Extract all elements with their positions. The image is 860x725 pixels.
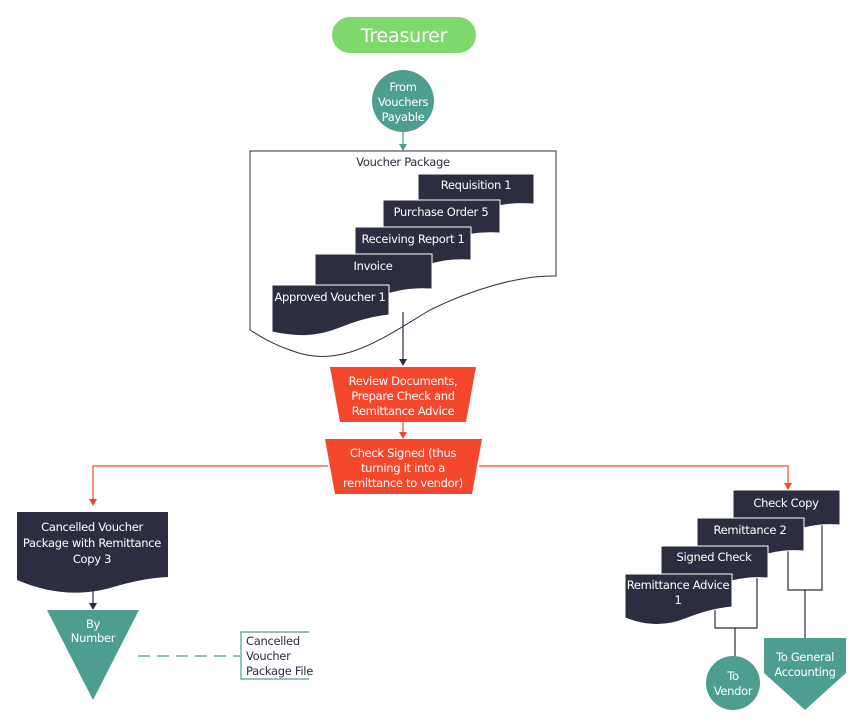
doc-label: Approved Voucher 1: [274, 290, 385, 304]
process-line-3: remittance to vendor): [343, 476, 463, 490]
doc-label: Invoice: [353, 259, 392, 273]
doc-label: Check Copy: [753, 496, 819, 510]
process-line-2: turning it into a: [361, 461, 445, 475]
offpage-line-2: Accounting: [774, 665, 835, 679]
arrow-start-to-package: [399, 132, 407, 151]
annotation-line-1: Cancelled: [246, 634, 300, 648]
doc-label: Remittance 2: [713, 523, 786, 537]
doc-line-3: Copy 3: [73, 552, 111, 566]
file-line-1: By: [86, 617, 101, 631]
process-line-1: Review Documents,: [349, 374, 458, 388]
doc-line-2: Package with Remittance: [23, 536, 161, 550]
connector-line-2: Vouchers: [378, 95, 429, 109]
connector-to-vendor: To Vendor: [706, 656, 760, 710]
offpage-line-1: To General: [775, 650, 834, 664]
process-check-signed: Check Signed (thus turning it into a rem…: [325, 439, 482, 494]
title-text: Treasurer: [360, 25, 448, 47]
process-line-1: Check Signed (thus: [350, 446, 457, 460]
connector-line-1: From: [389, 80, 416, 94]
doc-remittance-advice: Remittance Advice 1: [624, 573, 733, 625]
connector-to-right-branch: [479, 465, 792, 490]
file-line-2: Number: [71, 631, 116, 645]
process-line-3: Remittance Advice: [352, 404, 455, 418]
doc-label: Requisition 1: [441, 178, 512, 192]
doc-label: Purchase Order 5: [394, 205, 489, 219]
offpage-to-general-accounting: To General Accounting: [764, 638, 846, 710]
voucher-package-label: Voucher Package: [356, 155, 450, 169]
connector-line-2: Vendor: [714, 684, 753, 698]
doc-label: Receiving Report 1: [361, 232, 464, 246]
annotation-line-2: Voucher: [246, 649, 291, 663]
doc-label: Signed Check: [677, 550, 753, 564]
doc-cancelled-voucher-package: Cancelled Voucher Package with Remittanc…: [17, 512, 168, 593]
connector-line-1: To: [726, 669, 739, 683]
flowchart-canvas: Treasurer From Vouchers Payable Voucher …: [17, 17, 846, 710]
process-review-documents: Review Documents, Prepare Check and Remi…: [330, 367, 476, 422]
connector-to-left-branch: [89, 465, 328, 506]
annotation-line-3: Package File: [246, 664, 313, 678]
arrow-review-to-signed: [399, 422, 407, 439]
arrow-doc-to-file: [89, 590, 97, 610]
start-connector-from-vouchers-payable: From Vouchers Payable: [372, 70, 434, 132]
file-by-number: By Number: [47, 610, 139, 700]
doc-line-1: Cancelled Voucher: [41, 520, 143, 534]
doc-line-2: 1: [674, 593, 681, 607]
doc-line-1: Remittance Advice: [627, 578, 730, 592]
annotation-cancelled-voucher-package-file: Cancelled Voucher Package File: [240, 631, 313, 680]
connector-line-3: Payable: [382, 110, 425, 124]
title-badge: Treasurer: [332, 17, 476, 53]
process-line-2: Prepare Check and: [351, 389, 454, 403]
